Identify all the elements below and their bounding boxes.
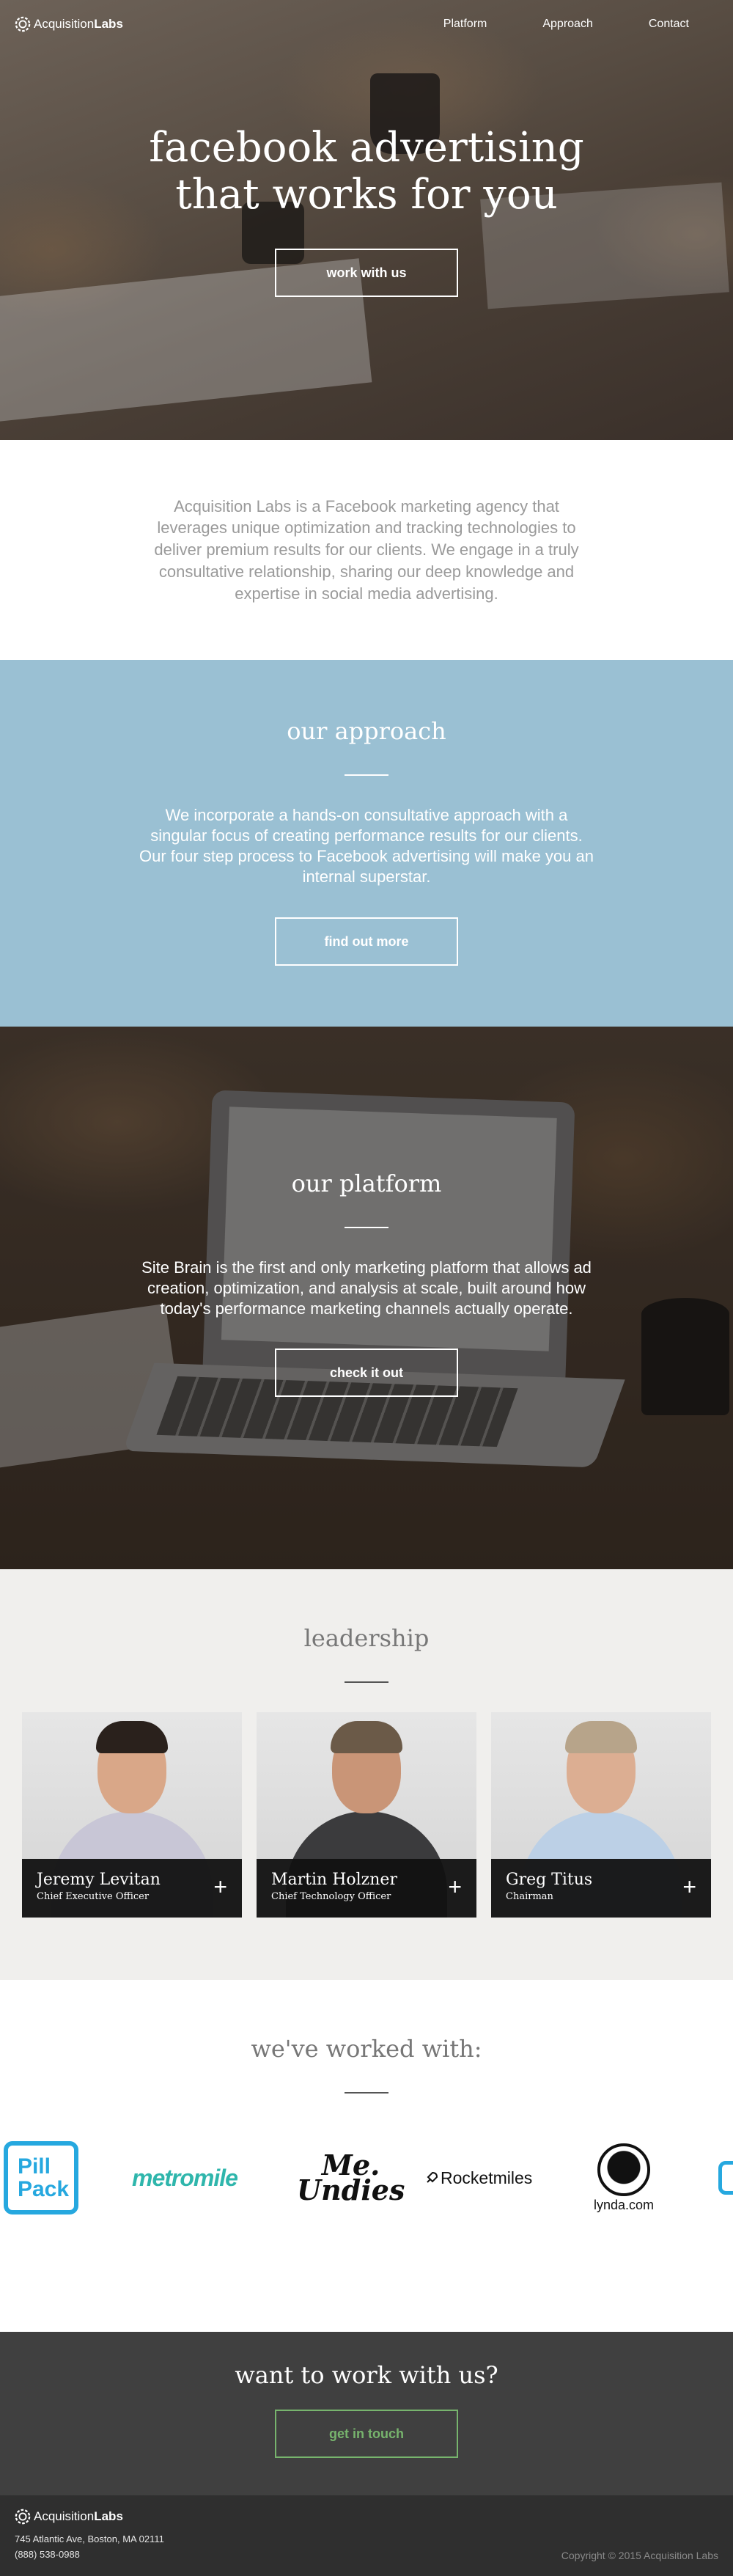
hero-section: facebook advertising that works for you … [0,0,733,440]
footer-copyright: Copyright © 2015 Acquisition Labs [561,2550,718,2561]
pillpack-logo: Pill Pack [4,2141,78,2214]
team-member-role: Chief Executive Officer [37,1891,150,1902]
brand-name-bold: Labs [94,2509,123,2523]
platform-title: our platform [291,1170,442,1197]
meundies-logo: Me. Undies [297,2138,405,2218]
team-card-martin-holzner[interactable]: Martin Holzner Chief Technology Officer … [257,1712,476,1918]
footer-address: 745 Atlantic Ave, Boston, MA 02111 [15,2533,164,2544]
meundies-line2: Undies [297,2173,405,2206]
gear-logo-icon [15,16,31,32]
metromile-wordmark: metromile [132,2164,238,2191]
nav-platform-link[interactable]: Platform [443,18,487,31]
team-grid: Jeremy Levitan Chief Executive Officer +… [0,1712,733,1918]
approach-text: We incorporate a hands-on consultative a… [139,806,594,887]
work-with-us-button[interactable]: work with us [275,248,458,297]
rocket-icon [427,2171,438,2183]
plus-icon[interactable]: + [682,1875,696,1898]
section-divider [345,1227,388,1228]
nav-contact-link[interactable]: Contact [649,18,689,31]
rocketmiles-wordmark: Rocketmiles [441,2168,533,2187]
team-member-name: Greg Titus [506,1871,593,1889]
section-divider [345,2092,388,2094]
plus-icon[interactable]: + [213,1875,227,1898]
gear-logo-icon [15,2509,31,2525]
cta-title: want to work with us? [235,2361,498,2389]
brand-logo[interactable]: Acquisition Labs [15,16,123,32]
team-member-role: Chief Technology Officer [271,1891,391,1902]
team-card-label: Greg Titus Chairman + [491,1859,711,1918]
partial-logo [718,2161,733,2195]
intro-text: Acquisition Labs is a Facebook marketing… [154,496,579,603]
hero-title-line2: that works for you [175,171,558,219]
lynda-logo: lynda.com [594,2138,654,2218]
leadership-section: leadership Jeremy Levitan Chief Executiv… [0,1569,733,1980]
get-in-touch-button[interactable]: get in touch [275,2410,458,2458]
lynda-wordmark: lynda.com [594,2197,655,2212]
footer: Acquisition Labs 745 Atlantic Ave, Boston… [0,2495,733,2576]
intro-section: Acquisition Labs is a Facebook marketing… [0,440,733,660]
section-divider [345,774,388,776]
clients-section: we've worked with: Pill Pack metromile Me… [0,1980,733,2332]
top-nav: Acquisition Labs Platform Approach Contac… [0,0,733,48]
rocketmiles-logo: Rocketmiles [425,2138,532,2218]
nav-approach-link[interactable]: Approach [542,18,593,31]
brand-name-regular: Acquisition [34,17,95,31]
team-card-greg-titus[interactable]: Greg Titus Chairman + [491,1712,711,1918]
team-member-name: Martin Holzner [271,1871,397,1889]
team-card-label: Jeremy Levitan Chief Executive Officer + [22,1859,242,1918]
plus-icon[interactable]: + [448,1875,462,1898]
footer-logo[interactable]: Acquisition Labs [15,2509,718,2525]
platform-section: our platform Site Brain is the first and… [0,1027,733,1569]
team-card-jeremy-levitan[interactable]: Jeremy Levitan Chief Executive Officer + [22,1712,242,1918]
platform-content: our platform Site Brain is the first and… [0,1027,733,1398]
brand-name-regular: Acquisition [34,2509,95,2523]
team-member-role: Chairman [506,1891,553,1902]
client-logos: Pill Pack metromile Me. Undies Rocketmiles… [0,2138,733,2240]
approach-title: our approach [287,717,446,745]
section-divider [345,1681,388,1683]
pillpack-line2: Pack [17,2177,70,2201]
pillpack-line1: Pill [17,2154,51,2179]
hero-title: facebook advertising that works for you [0,124,733,219]
portrait-hair [331,1721,402,1753]
hero-content: facebook advertising that works for you … [0,124,733,297]
check-it-out-button[interactable]: check it out [275,1348,458,1398]
portrait-hair [96,1721,168,1753]
lynda-portrait-icon [597,2143,651,2196]
leadership-title: leadership [303,1624,430,1652]
platform-text: Site Brain is the first and only marketi… [141,1258,592,1318]
portrait-hair [565,1721,637,1753]
team-card-label: Martin Holzner Chief Technology Officer … [257,1859,476,1918]
team-member-name: Jeremy Levitan [37,1871,161,1889]
cta-section: want to work with us? get in touch [0,2332,733,2495]
brand-name-bold: Labs [94,17,123,31]
nav-links: Platform Approach Contact [443,18,689,31]
clients-title: we've worked with: [251,2035,482,2063]
hero-title-line1: facebook advertising [149,124,584,172]
find-out-more-button[interactable]: find out more [275,917,458,966]
approach-section: our approach We incorporate a hands-on c… [0,660,733,1027]
metromile-logo: metromile [132,2138,238,2218]
